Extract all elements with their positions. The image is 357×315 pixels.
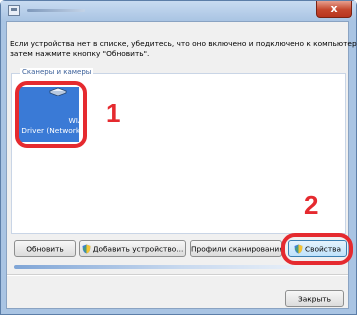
shield-icon: [82, 244, 91, 254]
window-app-icon: [8, 5, 20, 16]
status-bar-blurred: [14, 265, 294, 269]
info-line-1: Если устройства нет в списке, убедитесь,…: [10, 39, 357, 48]
callout-number-2: 2: [304, 190, 319, 220]
close-button[interactable]: Закрыть: [285, 290, 344, 307]
info-line-2: затем нажмите кнопку "Обновить".: [10, 49, 150, 58]
scan-profiles-button[interactable]: Профили сканирования: [190, 240, 282, 257]
title-bar[interactable]: x: [1, 1, 356, 21]
highlight-ring-device: [15, 81, 87, 148]
add-device-button[interactable]: Добавить устройство...: [79, 240, 186, 257]
highlight-ring-properties: [281, 233, 353, 265]
close-icon: x: [330, 2, 338, 15]
callout-number-1: 1: [106, 98, 121, 128]
info-text: Если устройства нет в списке, убедитесь,…: [10, 39, 357, 59]
window-close-button[interactable]: x: [316, 1, 352, 18]
refresh-button-label: Обновить: [26, 244, 64, 254]
close-button-label: Закрыть: [298, 294, 331, 304]
title-text-blurred: [27, 9, 85, 12]
footer-divider: [7, 274, 348, 276]
scan-profiles-button-label: Профили сканирования: [191, 244, 282, 254]
add-device-button-label: Добавить устройство...: [92, 244, 184, 254]
refresh-button[interactable]: Обновить: [14, 240, 76, 257]
devices-group-label: Сканеры и камеры: [20, 68, 94, 77]
